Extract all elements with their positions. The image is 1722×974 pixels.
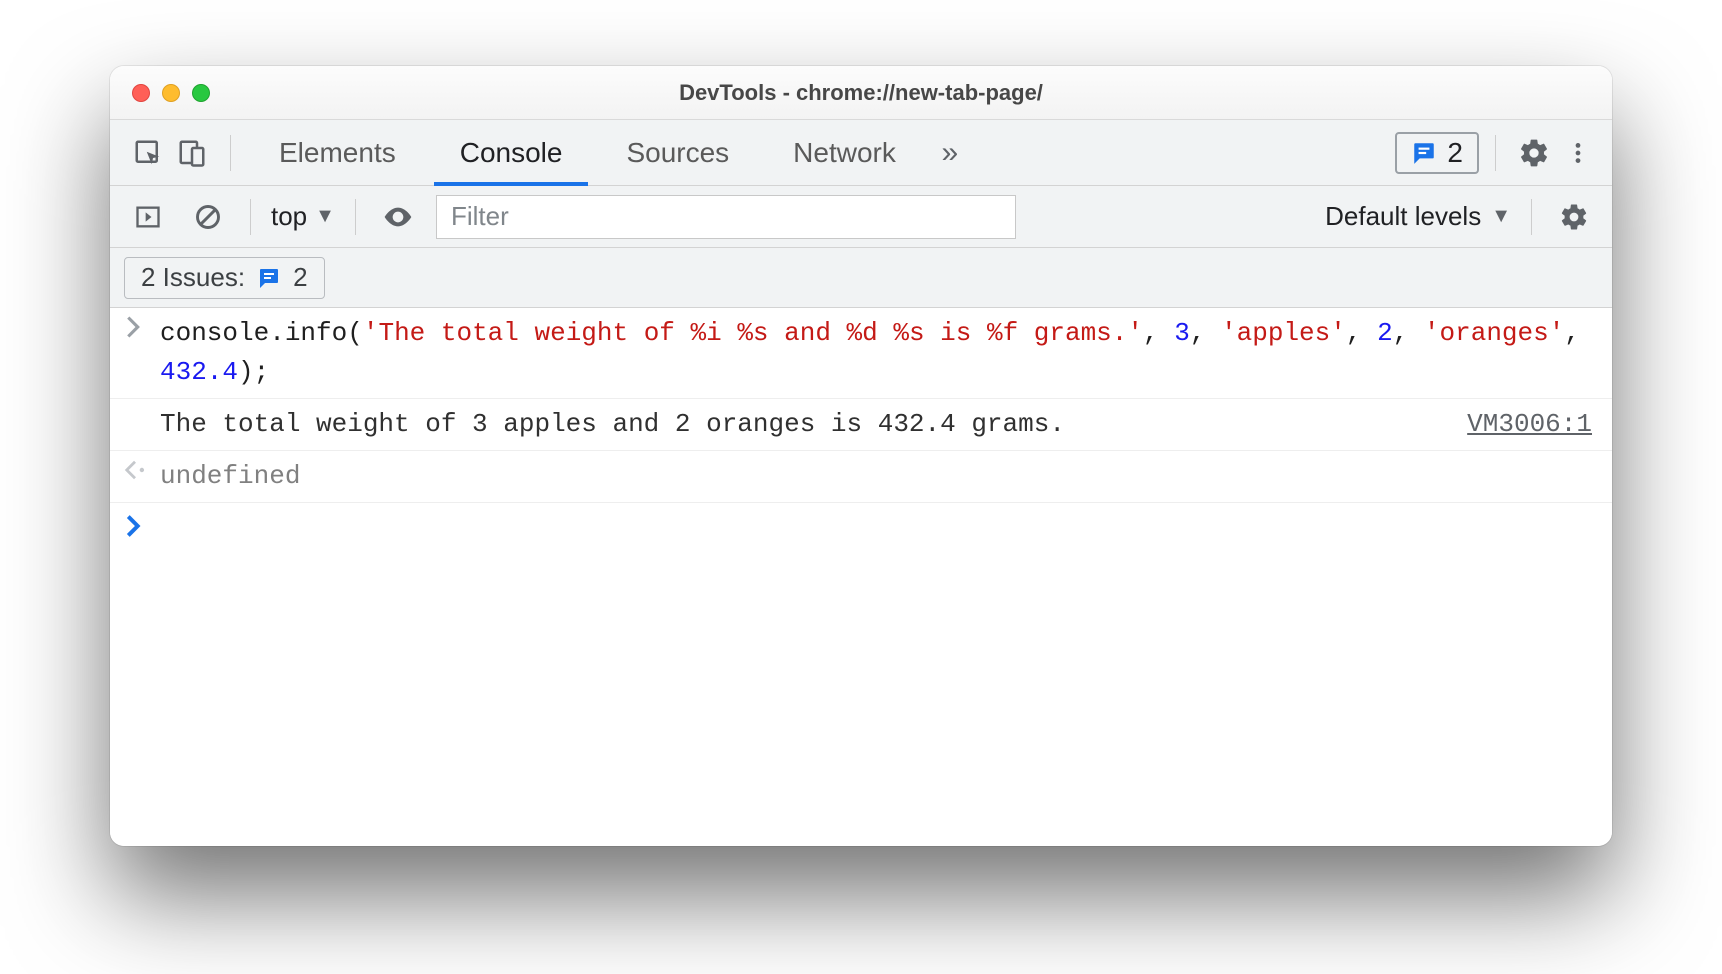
separator	[1531, 199, 1532, 235]
chevron-down-icon: ▼	[1491, 205, 1511, 228]
tab-network[interactable]: Network	[761, 120, 928, 185]
window-controls	[132, 84, 210, 102]
tab-sources[interactable]: Sources	[594, 120, 761, 185]
console-output-row: The total weight of 3 apples and 2 orang…	[110, 399, 1612, 451]
tab-console[interactable]: Console	[428, 120, 595, 185]
issue-message-icon	[257, 266, 281, 290]
main-tabbar: Elements Console Sources Network » 2	[110, 120, 1612, 186]
console-input-code[interactable]: console.info('The total weight of %i %s …	[160, 314, 1592, 392]
console-prompt-row[interactable]	[110, 503, 1612, 543]
console-output-text: The total weight of 3 apples and 2 orang…	[160, 405, 1065, 444]
console-body: console.info('The total weight of %i %s …	[110, 308, 1612, 846]
console-return-row: undefined	[110, 451, 1612, 503]
execution-context-select[interactable]: top ▼	[271, 201, 335, 232]
separator	[355, 199, 356, 235]
context-label: top	[271, 201, 307, 232]
separator	[1495, 135, 1496, 171]
issues-strip: 2 Issues: 2	[110, 248, 1612, 308]
levels-label: Default levels	[1325, 201, 1481, 232]
window-title: DevTools - chrome://new-tab-page/	[110, 80, 1612, 106]
issues-label: 2 Issues:	[141, 262, 245, 293]
devtools-window: DevTools - chrome://new-tab-page/ Elemen…	[110, 66, 1612, 846]
output-gutter	[124, 405, 160, 444]
device-toolbar-icon[interactable]	[170, 131, 214, 175]
separator	[230, 135, 231, 171]
prompt-gutter-icon	[124, 513, 160, 537]
issue-message-icon	[1411, 140, 1437, 166]
tab-elements[interactable]: Elements	[247, 120, 428, 185]
issues-box[interactable]: 2 Issues: 2	[124, 257, 325, 299]
clear-console-icon[interactable]	[186, 195, 230, 239]
inspect-element-icon[interactable]	[126, 131, 170, 175]
console-settings-gear-icon[interactable]	[1552, 195, 1596, 239]
minimize-button[interactable]	[162, 84, 180, 102]
issues-count: 2	[1447, 137, 1463, 169]
console-return-value: undefined	[160, 457, 1592, 496]
log-levels-select[interactable]: Default levels ▼	[1325, 201, 1511, 232]
console-toolbar: top ▼ Default levels ▼	[110, 186, 1612, 248]
console-prompt-input[interactable]	[160, 513, 1592, 537]
chevron-down-icon: ▼	[315, 205, 335, 228]
filter-input[interactable]	[436, 195, 1016, 239]
close-button[interactable]	[132, 84, 150, 102]
input-gutter-icon	[124, 314, 160, 392]
settings-gear-icon[interactable]	[1512, 131, 1556, 175]
kebab-menu-icon[interactable]	[1556, 131, 1600, 175]
console-output-source-link[interactable]: VM3006:1	[1467, 405, 1592, 444]
issues-count: 2	[293, 262, 307, 293]
tab-label: Sources	[626, 137, 729, 169]
separator	[250, 199, 251, 235]
live-expression-eye-icon[interactable]	[376, 195, 420, 239]
tab-label: Network	[793, 137, 896, 169]
titlebar: DevTools - chrome://new-tab-page/	[110, 66, 1612, 120]
issues-counter[interactable]: 2	[1395, 132, 1479, 174]
return-gutter-icon	[124, 457, 160, 496]
tab-label: Console	[460, 137, 563, 169]
chevron-double-right-icon: »	[942, 136, 959, 170]
maximize-button[interactable]	[192, 84, 210, 102]
tab-label: Elements	[279, 137, 396, 169]
tabs-overflow-button[interactable]: »	[928, 120, 972, 185]
panel-tabs: Elements Console Sources Network »	[247, 120, 972, 185]
toggle-console-sidebar-icon[interactable]	[126, 195, 170, 239]
console-input-row: console.info('The total weight of %i %s …	[110, 308, 1612, 399]
